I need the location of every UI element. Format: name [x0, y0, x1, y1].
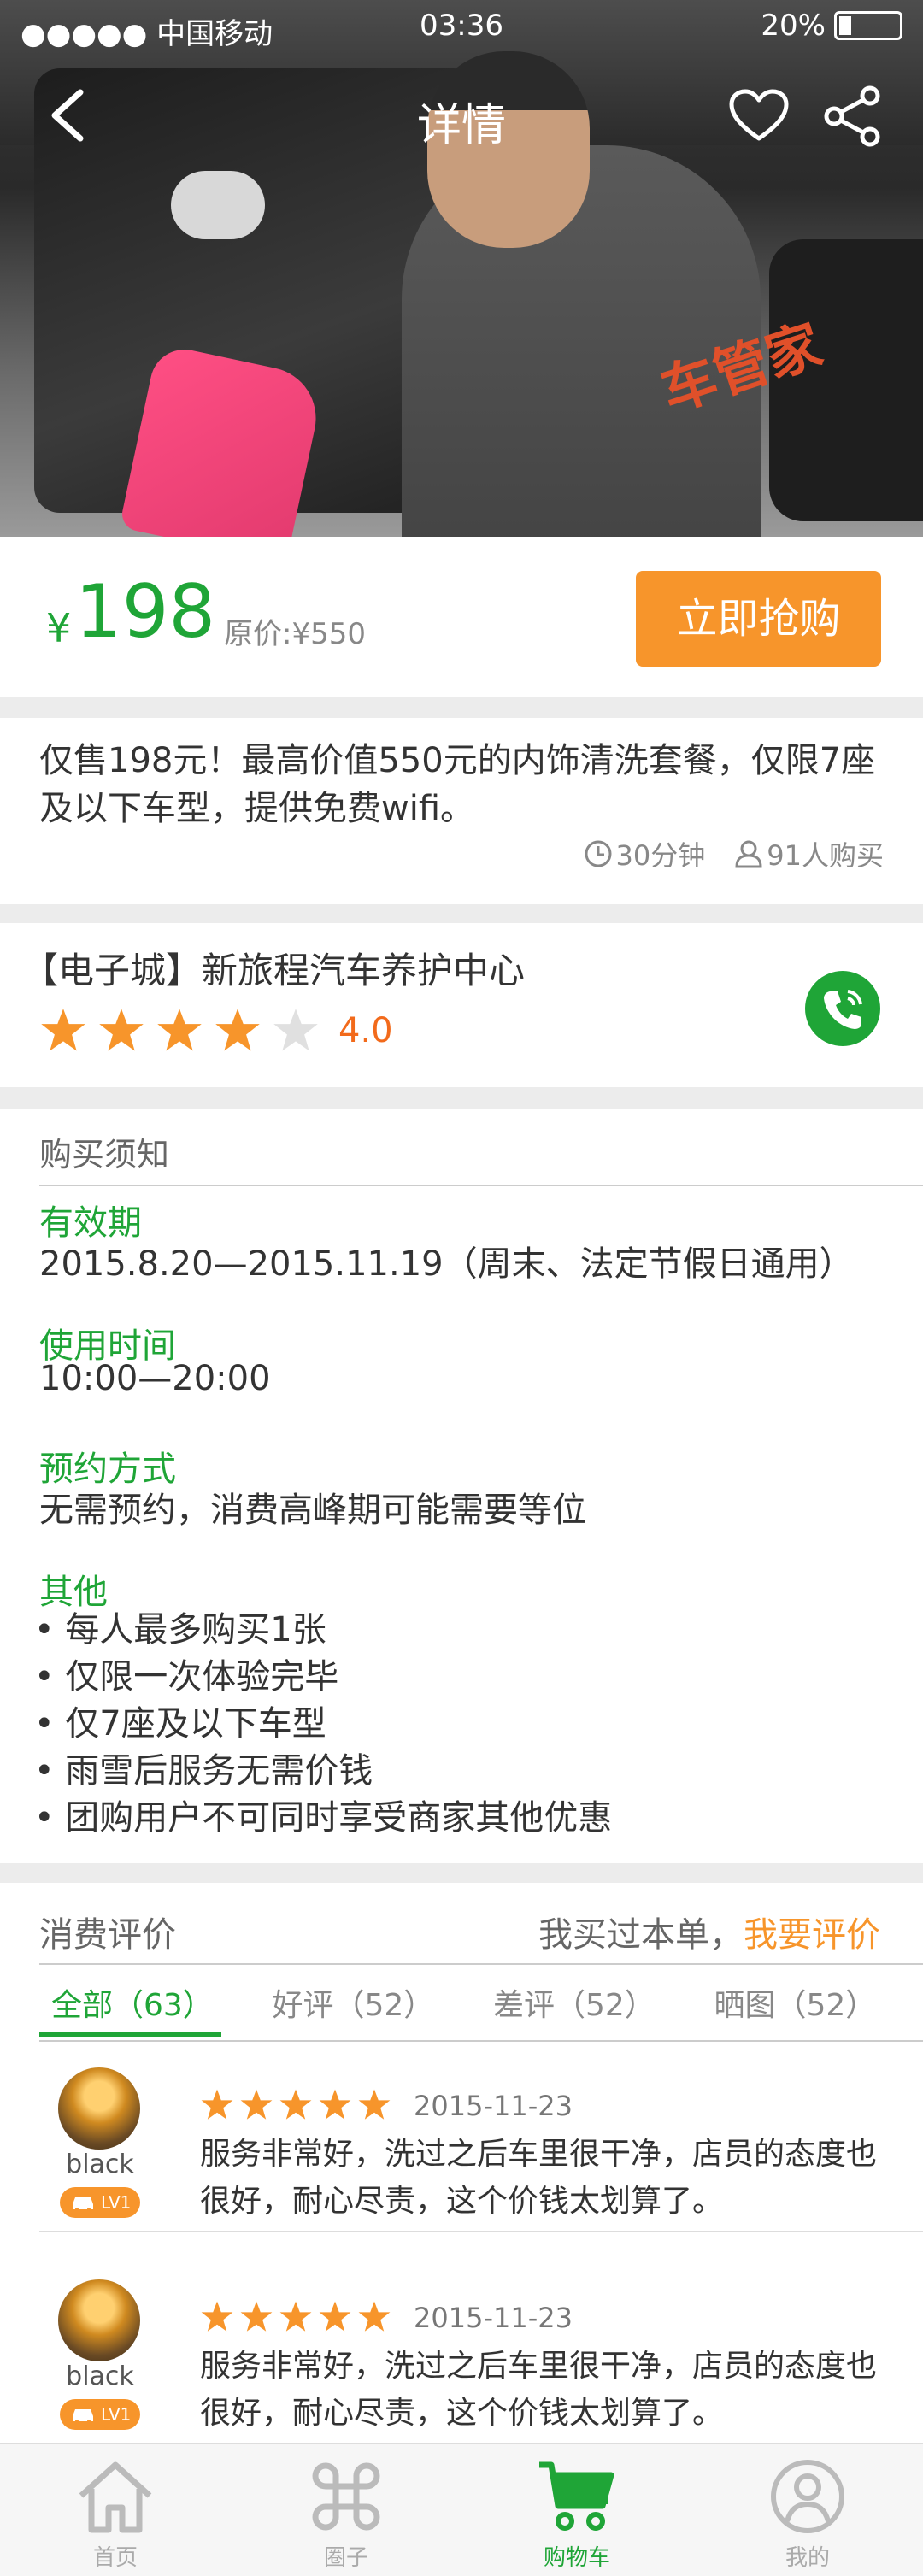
star-filled-icon — [240, 2089, 273, 2120]
other-list: • 每人最多购买1张 • 仅限一次体验完毕 • 仅7座及以下车型 • 雨雪后服务… — [34, 1607, 612, 1842]
reviews-section: 消费评价 我买过本单，我要评价 全部（63） 好评（52） 差评（52） 晒图（… — [0, 1883, 923, 2443]
booking-text: 无需预约，消费高峰期可能需要等位 — [39, 1491, 586, 1530]
bottom-tab-bar: 首页 圈子 购物车 我的 — [0, 2443, 923, 2576]
tab-label: 圈子 — [323, 2545, 368, 2571]
write-review-prompt: 我买过本单，我要评价 — [538, 1907, 880, 1956]
star-filled-icon — [157, 1009, 202, 1051]
buyers-text: 91人购买 — [767, 839, 884, 872]
deal-text: 仅售198元！最高价值550元的内饰清洗套餐，仅限7座及以下车型，提供免费wif… — [39, 741, 876, 828]
battery-indicator: 20% — [761, 9, 902, 43]
validity-text: 2015.8.20—2015.11.19（周末、法定节假日通用） — [39, 1244, 854, 1284]
deal-description: 仅售198元！最高价值550元的内饰清洗套餐，仅限7座及以下车型，提供免费wif… — [0, 718, 923, 904]
user-icon — [771, 2460, 844, 2533]
buy-now-button[interactable]: 立即抢购 — [636, 571, 881, 667]
original-price: 原价:¥550 — [224, 617, 366, 651]
rating-value: 4.0 — [338, 1011, 393, 1050]
review-text: 服务非常好，洗过之后车里很干净，店员的态度也很好，耐心尽责，这个价钱太划算了。 — [200, 2137, 878, 2219]
tab-home[interactable]: 首页 — [0, 2444, 231, 2576]
cart-icon — [539, 2461, 614, 2531]
tab-negative[interactable]: 差评（52） — [481, 1980, 663, 2032]
level-badge: LV1 — [60, 2399, 140, 2430]
star-filled-icon — [215, 1009, 260, 1051]
review-stars — [200, 2300, 397, 2334]
star-filled-icon — [240, 2301, 273, 2332]
star-empty-icon — [273, 1009, 318, 1051]
sale-price: 198 — [75, 569, 216, 655]
star-filled-icon — [201, 2089, 233, 2120]
divider — [39, 1963, 923, 1965]
battery-icon — [834, 11, 902, 40]
tab-all[interactable]: 全部（63） — [39, 1980, 221, 2037]
reviews-title: 消费评价 — [39, 1915, 176, 1955]
reviewer-name: black — [66, 2361, 134, 2391]
purchase-notice: 购买须知 有效期 2015.8.20—2015.11.19（周末、法定节假日通用… — [0, 1109, 923, 1863]
call-button[interactable] — [805, 971, 880, 1046]
status-bar: ●●●●● 中国移动 03:36 20% — [0, 0, 923, 53]
level-text: LV1 — [101, 2192, 132, 2213]
home-icon — [79, 2461, 152, 2533]
phone-icon — [824, 990, 862, 1029]
review-stars — [200, 2088, 397, 2122]
list-item: • 仅7座及以下车型 — [34, 1704, 326, 1744]
deal-meta: 30分钟 91人购买 — [584, 834, 884, 873]
divider — [39, 2231, 923, 2232]
battery-percent: 20% — [761, 9, 826, 43]
duration-text: 30分钟 — [615, 839, 706, 872]
shop-rating: 4.0 — [39, 1007, 393, 1055]
level-badge: LV1 — [60, 2187, 140, 2218]
review-text: 服务非常好，洗过之后车里很干净，店员的态度也很好，耐心尽责，这个价钱太划算了。 — [200, 2349, 878, 2431]
review-date: 2015-11-23 — [414, 2302, 573, 2334]
star-filled-icon — [358, 2301, 391, 2332]
shop-name: 【电子城】新旅程汽车养护中心 — [22, 950, 526, 991]
star-filled-icon — [358, 2089, 391, 2120]
avatar[interactable] — [58, 2067, 140, 2150]
reviewer-name: black — [66, 2150, 134, 2179]
hours-text: 10:00—20:00 — [39, 1359, 271, 1398]
tab-cart[interactable]: 购物车 — [462, 2444, 692, 2576]
divider — [39, 2040, 923, 2042]
write-review-link[interactable]: 我要评价 — [744, 1915, 880, 1955]
command-icon — [312, 2462, 380, 2531]
list-item: • 仅限一次体验完毕 — [34, 1657, 339, 1697]
car-icon — [73, 2409, 93, 2423]
star-filled-icon — [279, 2089, 312, 2120]
currency-symbol: ¥ — [46, 605, 72, 651]
star-filled-icon — [99, 1009, 144, 1051]
list-item: • 每人最多购买1张 — [34, 1610, 326, 1650]
tab-positive[interactable]: 好评（52） — [261, 1980, 443, 2032]
car-icon — [73, 2197, 93, 2211]
avatar[interactable] — [58, 2279, 140, 2361]
notice-title: 购买须知 — [39, 1136, 170, 1173]
review-item: black LV1 2015-11-23 服务非常好，洗过之后车里很干净，店员的… — [39, 2061, 923, 2274]
list-item: • 雨雪后服务无需价钱 — [34, 1751, 373, 1791]
buyers-item: 91人购买 — [734, 834, 884, 873]
hero-photo: 车管家 ●●●●● 中国移动 03:36 20% 详情 — [0, 0, 923, 537]
person-icon — [735, 840, 762, 868]
shop-section[interactable]: 【电子城】新旅程汽车养护中心 4.0 — [0, 923, 923, 1087]
heart-icon[interactable] — [728, 89, 790, 144]
divider — [39, 1185, 923, 1186]
review-date: 2015-11-23 — [414, 2090, 573, 2122]
level-text: LV1 — [101, 2404, 132, 2425]
navigation-bar: 详情 — [0, 77, 923, 154]
tab-label: 购物车 — [543, 2545, 610, 2571]
tab-me[interactable]: 我的 — [692, 2444, 923, 2576]
star-filled-icon — [201, 2301, 233, 2332]
tab-label: 我的 — [785, 2545, 830, 2571]
star-filled-icon — [279, 2301, 312, 2332]
list-item: • 团购用户不可同时享受商家其他优惠 — [34, 1798, 613, 1838]
star-filled-icon — [319, 2089, 351, 2120]
tab-circle[interactable]: 圈子 — [231, 2444, 462, 2576]
star-filled-icon — [319, 2301, 351, 2332]
price-section: ¥ 198 原价:¥550 立即抢购 — [0, 537, 923, 697]
review-tabs: 全部（63） 好评（52） 差评（52） 晒图（52） — [39, 1980, 923, 2037]
duration-item: 30分钟 — [584, 834, 706, 873]
tab-photos[interactable]: 晒图（52） — [703, 1980, 885, 2032]
review-prompt-text: 我买过本单， — [538, 1915, 744, 1955]
brush-shape — [171, 171, 265, 239]
star-filled-icon — [41, 1009, 85, 1051]
share-icon[interactable] — [822, 85, 884, 147]
tab-label: 首页 — [92, 2545, 138, 2571]
clock-icon — [585, 840, 612, 867]
